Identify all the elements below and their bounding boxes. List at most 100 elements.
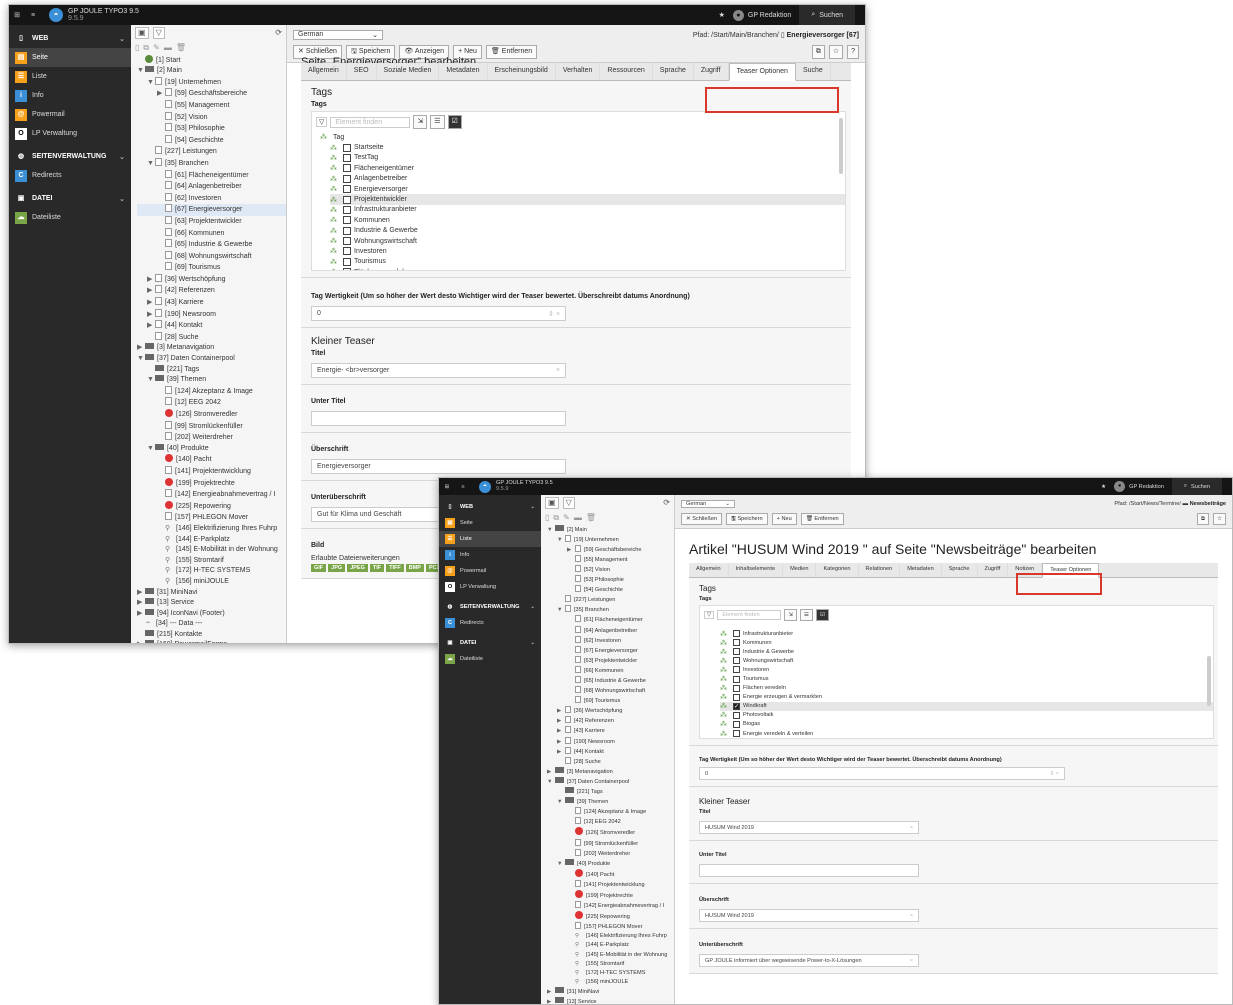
tree-node[interactable]: ▶ [36] Wertschöpfung bbox=[137, 273, 286, 286]
tree-node[interactable]: [63] Projektentwickler bbox=[547, 655, 674, 666]
collapse-icon[interactable]: ▼ bbox=[147, 375, 155, 386]
tag-item[interactable]: ⁂ Industrie & Gewerbe bbox=[330, 226, 845, 236]
tree-node[interactable]: [53] Philosophie bbox=[547, 575, 674, 585]
tab-verhalten[interactable]: Verhalten bbox=[556, 63, 601, 80]
checkbox[interactable] bbox=[343, 237, 351, 246]
tree-node[interactable]: ∸ [34] --- Data --- bbox=[137, 619, 286, 630]
unterueberschrift-input[interactable]: GP JOULE informiert über wegweisende Pow… bbox=[699, 954, 919, 967]
page-icon[interactable]: ▯ bbox=[135, 43, 139, 52]
expand-icon[interactable]: ▶ bbox=[137, 343, 145, 354]
tree-node[interactable]: [157] PHLEGON Mover bbox=[547, 922, 674, 932]
checkbox[interactable] bbox=[733, 675, 740, 683]
page-icon[interactable]: ▯ bbox=[545, 513, 549, 522]
tree-node[interactable]: ▶ [13] Service bbox=[547, 997, 674, 1004]
module-item-dateiliste[interactable]: ☁ Dateiliste bbox=[9, 208, 131, 227]
module-item-seite[interactable]: ▤ Seite bbox=[439, 515, 541, 531]
module-item-liste[interactable]: ☰ Liste bbox=[439, 531, 541, 547]
expand-icon[interactable]: ▶ bbox=[147, 321, 155, 332]
tag-filter-input[interactable]: Element finden bbox=[717, 610, 782, 620]
tree-node[interactable]: ⚲ [172] H-TEC SYSTEMS bbox=[547, 969, 674, 978]
titel-input[interactable]: Energie- <br>versorger × bbox=[311, 363, 566, 378]
tree-node[interactable]: [52] Vision bbox=[547, 564, 674, 575]
tree-node[interactable]: ▶ [59] Geschäftsbereiche bbox=[137, 88, 286, 100]
tab-medien[interactable]: Medien bbox=[783, 563, 817, 577]
close-button[interactable]: ✕ Schließen bbox=[681, 513, 723, 525]
module-item-redirects[interactable]: C Redirects bbox=[439, 615, 541, 631]
checkbox[interactable] bbox=[733, 684, 740, 692]
tree-node[interactable]: ▼ [35] Branchen bbox=[137, 157, 286, 170]
tree-node[interactable]: ▼ [40] Produkte bbox=[547, 858, 674, 869]
tree-node[interactable]: [28] Suche bbox=[137, 331, 286, 344]
tree-node[interactable]: [199] Projektrechte bbox=[137, 477, 286, 490]
expand-icon[interactable]: ▶ bbox=[557, 738, 565, 747]
module-item-powermail[interactable]: @ Powermail bbox=[9, 105, 131, 124]
tree-node[interactable]: ▼ [40] Produkte bbox=[137, 443, 286, 455]
tab-teaser-optionen[interactable]: Teaser Optionen bbox=[1042, 563, 1100, 578]
tree-node[interactable]: ▶ [13] Service bbox=[137, 598, 286, 609]
expand-icon[interactable]: ▶ bbox=[137, 640, 145, 643]
refresh-icon[interactable]: ⟳ bbox=[663, 498, 670, 507]
typo3-logo[interactable]: ◓ bbox=[479, 480, 491, 493]
expand-icon[interactable]: ▶ bbox=[547, 988, 555, 997]
checkbox[interactable] bbox=[343, 247, 351, 256]
tree-node[interactable]: [55] Management bbox=[137, 99, 286, 112]
tree-node[interactable]: ▼ [19] Unternehmen bbox=[137, 76, 286, 89]
tag-item[interactable]: ⁂ Photovoltaik bbox=[720, 711, 1213, 720]
tree-node[interactable]: [65] Industrie & Gewerbe bbox=[137, 239, 286, 251]
user-menu[interactable]: ● GP Redaktion bbox=[1114, 481, 1164, 492]
tree-node[interactable]: [99] Stromlückenfüller bbox=[137, 420, 286, 433]
filter-icon[interactable]: ▽ bbox=[562, 497, 575, 509]
scrollbar[interactable] bbox=[839, 118, 843, 174]
tag-item[interactable]: ⁂ Infrastrukturanbieter bbox=[330, 205, 845, 215]
tag-item[interactable]: ⁂ Wohnungswirtschaft bbox=[330, 236, 845, 246]
module-group-web[interactable]: ▯ WEB ⌄ bbox=[9, 29, 131, 48]
tree-node[interactable]: ▶ [94] IconNavi (Footer) bbox=[137, 608, 286, 620]
tree-node[interactable]: ▼ [2] Main bbox=[547, 524, 674, 535]
tree-node[interactable]: [202] Weiterdreher bbox=[547, 848, 674, 859]
expand-icon[interactable]: ▶ bbox=[147, 298, 155, 309]
module-group-web[interactable]: ▯ WEB ⌄ bbox=[439, 499, 541, 515]
tree-node[interactable]: [55] Management bbox=[547, 554, 674, 565]
expand-icon[interactable]: ▶ bbox=[147, 275, 155, 286]
spinner-clear-icon[interactable]: ⇕ × bbox=[548, 310, 560, 318]
tree-node[interactable]: [69] Tourismus bbox=[547, 696, 674, 706]
tab-suche[interactable]: Suche bbox=[796, 63, 831, 80]
new-page-icon[interactable]: ▣ bbox=[545, 497, 559, 509]
tree-node[interactable]: ⚲ [144] E-Parkplatz bbox=[137, 535, 286, 546]
tree-node[interactable]: ▶ [31] MiniNavi bbox=[137, 587, 286, 599]
tag-item[interactable]: ⁂ Flächen veredeln bbox=[330, 267, 845, 270]
bookmark-icon[interactable]: ☆ bbox=[1212, 513, 1226, 525]
tab-zugriff[interactable]: Zugriff bbox=[978, 563, 1009, 577]
tree-node[interactable]: [12] EEG 2042 bbox=[137, 397, 286, 409]
tree-node[interactable]: [61] Flächeneigentümer bbox=[137, 169, 286, 182]
module-group-seitenverwaltung[interactable]: ◍ SEITENVERWALTUNG ⌄ bbox=[439, 599, 541, 615]
tree-node[interactable]: [225] Repowering bbox=[547, 911, 674, 922]
tag-item[interactable]: ⁂ Wohnungswirtschaft bbox=[720, 656, 1213, 665]
module-item-lp-verwaltung[interactable]: O LP Verwaltung bbox=[9, 124, 131, 143]
untertitel-input[interactable] bbox=[311, 411, 566, 426]
checkbox[interactable] bbox=[733, 639, 740, 647]
edit-icon[interactable]: ✎ bbox=[563, 513, 570, 522]
module-item-seite[interactable]: ▤ Seite bbox=[9, 48, 131, 67]
collapse-icon[interactable]: ▼ bbox=[137, 66, 145, 77]
tree-node[interactable]: ⚲ [145] E-Mobilität in der Wohnung bbox=[137, 545, 286, 556]
tag-item[interactable]: ⁂ Flächeneigentümer bbox=[330, 163, 845, 173]
tab-kategorien[interactable]: Kategorien bbox=[816, 563, 859, 577]
save-button[interactable]: 🖫 Speichern bbox=[726, 513, 768, 525]
tag-item[interactable]: ⁂ Kommunen bbox=[720, 638, 1213, 647]
expand-icon[interactable]: ▶ bbox=[557, 748, 565, 757]
folder-icon[interactable]: ▬ bbox=[574, 513, 582, 522]
expand-icon[interactable]: ▶ bbox=[547, 768, 555, 777]
language-select[interactable]: German ⌄ bbox=[293, 30, 383, 40]
tree-node[interactable]: [221] Tags bbox=[547, 787, 674, 797]
tree-node[interactable]: ▶ [3] Metanavigation bbox=[137, 343, 286, 354]
expand-icon[interactable]: ▶ bbox=[557, 707, 565, 716]
tree-node[interactable]: [99] Stromlückenfüller bbox=[547, 838, 674, 849]
expand-icon[interactable]: ▶ bbox=[157, 89, 165, 100]
tab-teaser-optionen[interactable]: Teaser Optionen bbox=[728, 63, 796, 81]
tree-node[interactable]: ⚲ [155] Stromtarif bbox=[137, 556, 286, 567]
tree-node[interactable]: ▶ [3] Metanavigation bbox=[547, 766, 674, 777]
tree-node[interactable]: [67] Energieversorger bbox=[137, 204, 286, 216]
open-window-icon[interactable]: ⧉ bbox=[1196, 513, 1209, 525]
checkbox[interactable] bbox=[733, 648, 740, 656]
